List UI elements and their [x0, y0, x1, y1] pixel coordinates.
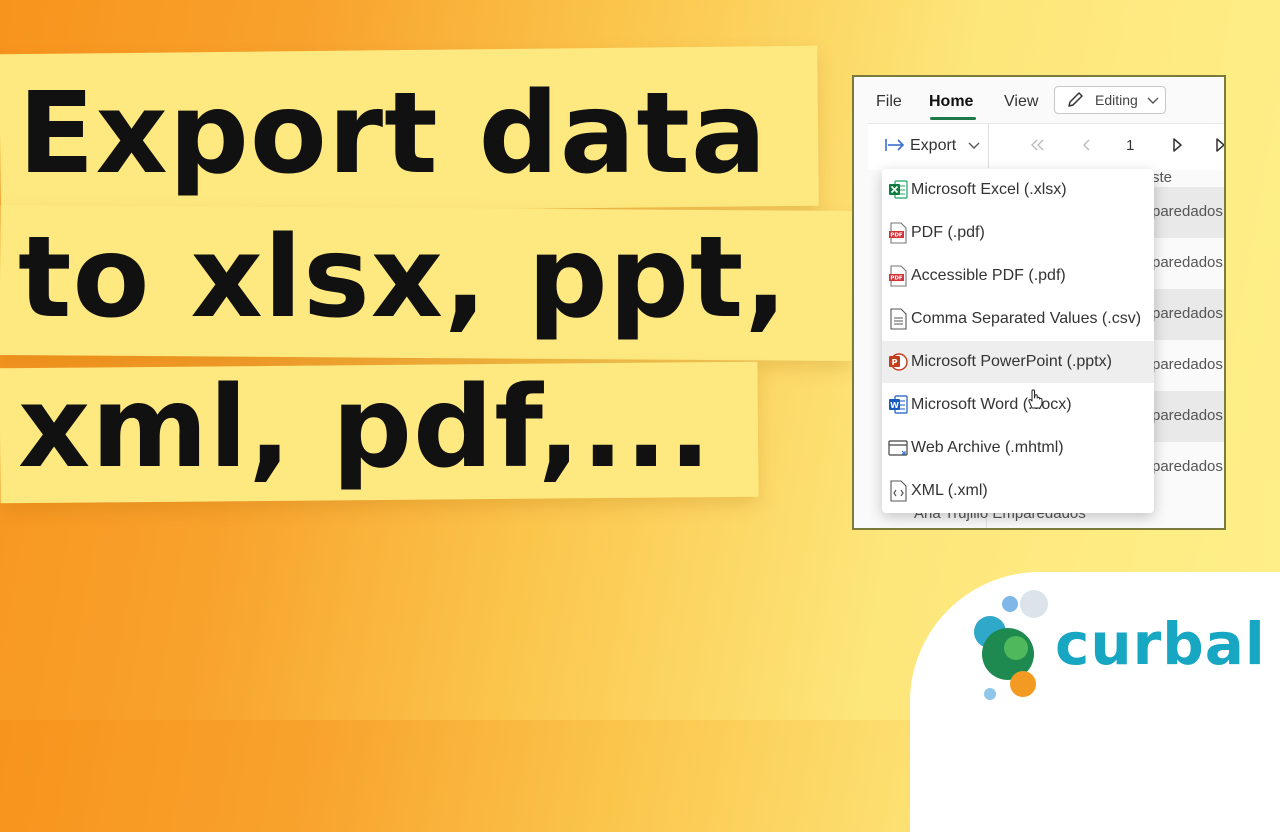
first-page-icon[interactable]	[1028, 136, 1046, 154]
table-cell: paredados	[1152, 407, 1223, 424]
page-number: 1	[1126, 137, 1135, 154]
xml-file-icon	[890, 480, 907, 502]
svg-text:PDF: PDF	[890, 233, 903, 239]
table-cell: paredados	[1152, 254, 1223, 271]
menu-item-label: Accessible PDF (.pdf)	[911, 267, 1066, 284]
menu-item-label: Microsoft PowerPoint (.pptx)	[911, 353, 1112, 370]
word-icon: W	[889, 395, 908, 414]
ribbon: File Home View Editing	[854, 77, 1224, 123]
menu-item-label: PDF (.pdf)	[911, 224, 985, 241]
menu-item-label: Web Archive (.mhtml)	[911, 439, 1064, 456]
web-archive-icon	[888, 440, 908, 456]
powerpoint-icon: P	[889, 353, 908, 371]
menu-item-web-archive[interactable]: Web Archive (.mhtml)	[882, 427, 1154, 469]
export-label: Export	[910, 137, 957, 154]
tab-view[interactable]: View	[1004, 93, 1038, 111]
tab-file[interactable]: File	[876, 93, 902, 111]
headline-line-1: Export data	[18, 69, 768, 199]
app-window: File Home View Editing Export 1 ste pare…	[852, 75, 1226, 530]
menu-item-word[interactable]: W Microsoft Word (.docx)	[882, 384, 1154, 426]
excel-icon	[889, 180, 908, 199]
active-tab-indicator	[930, 117, 976, 120]
table-cell: paredados	[1152, 305, 1223, 322]
export-menu: Microsoft Excel (.xlsx) PDF PDF (.pdf) P…	[882, 169, 1154, 513]
csv-file-icon	[890, 308, 907, 330]
menu-item-excel[interactable]: Microsoft Excel (.xlsx)	[882, 169, 1154, 211]
next-page-icon[interactable]	[1168, 136, 1186, 154]
editing-label: Editing	[1095, 92, 1138, 108]
pdf-icon: PDF	[889, 222, 907, 244]
menu-item-pdf[interactable]: PDF PDF (.pdf)	[882, 212, 1154, 254]
table-cell: ste	[1152, 169, 1173, 186]
table-cell: paredados	[1152, 356, 1223, 373]
export-button[interactable]: Export	[868, 124, 989, 168]
headline-line-2: to xlsx, ppt,	[18, 213, 788, 343]
menu-item-powerpoint[interactable]: P Microsoft PowerPoint (.pptx)	[882, 341, 1154, 383]
hand-cursor-icon	[1028, 389, 1043, 409]
table-cell: paredados	[1152, 458, 1223, 475]
pencil-icon	[1068, 92, 1083, 107]
svg-text:W: W	[890, 401, 899, 410]
menu-item-label: XML (.xml)	[911, 482, 988, 499]
export-arrow-icon	[885, 139, 905, 151]
menu-item-label: Comma Separated Values (.csv)	[911, 310, 1142, 327]
table-cell: paredados	[1152, 203, 1223, 220]
toolbar: Export 1	[868, 123, 1226, 170]
tab-home[interactable]: Home	[929, 93, 973, 111]
logo-text: curbal	[1055, 610, 1266, 678]
menu-item-xml[interactable]: XML (.xml)	[882, 470, 1154, 512]
headline-line-3: xml, pdf,...	[18, 363, 713, 493]
chevron-down-icon	[968, 142, 980, 149]
previous-page-icon[interactable]	[1078, 136, 1096, 154]
last-page-icon[interactable]	[1213, 136, 1226, 154]
pdf-icon: PDF	[889, 265, 907, 287]
menu-item-accessible-pdf[interactable]: PDF Accessible PDF (.pdf)	[882, 255, 1154, 297]
svg-text:PDF: PDF	[890, 276, 903, 282]
curbal-logo-mark-icon	[974, 590, 1048, 700]
menu-item-label: Microsoft Excel (.xlsx)	[911, 181, 1067, 198]
menu-item-label: Microsoft Word (.docx)	[911, 396, 1072, 413]
menu-item-csv[interactable]: Comma Separated Values (.csv)	[882, 298, 1154, 340]
chevron-down-icon	[1147, 97, 1159, 104]
editing-mode-button[interactable]: Editing	[1054, 86, 1166, 114]
svg-text:P: P	[892, 358, 898, 367]
